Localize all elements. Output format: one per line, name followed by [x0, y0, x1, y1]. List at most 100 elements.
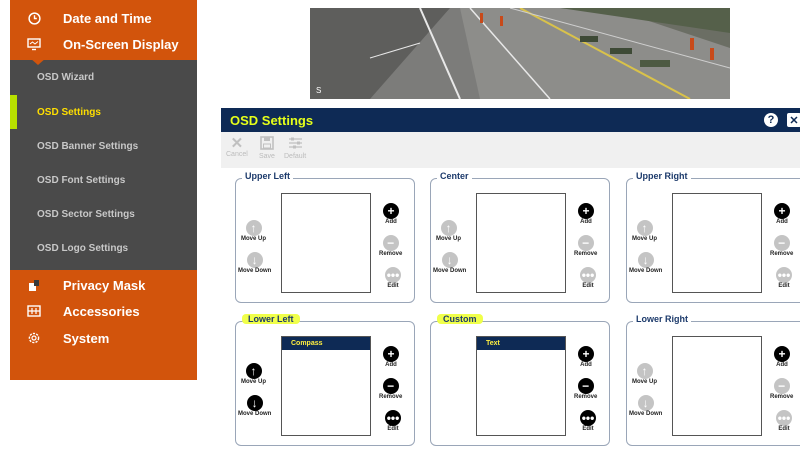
default-label: Default	[284, 153, 307, 160]
arrow-up-icon: ↑	[636, 363, 653, 379]
help-icon[interactable]: ?	[764, 113, 778, 127]
cancel-button[interactable]: ✕ Cancel	[226, 136, 248, 158]
osd-item-list[interactable]	[476, 193, 566, 293]
camera-video-feed[interactable]: S	[310, 8, 730, 99]
sidebar-subitem-osd-banner-settings[interactable]: OSD Banner Settings	[10, 129, 197, 163]
default-button[interactable]: Default	[284, 136, 306, 160]
sidebar-item-label: System	[63, 330, 110, 346]
edit-button-label: Edit	[582, 426, 594, 432]
move-down-button-label: Move Down	[433, 268, 467, 274]
sidebar-item-accessories[interactable]: Accessories	[10, 298, 197, 324]
osd-item-list[interactable]	[281, 193, 371, 293]
move-down-button[interactable]: ↓ Move Down	[629, 395, 662, 417]
move-down-button[interactable]: ↓ Move Down	[629, 252, 662, 274]
sidebar-subitem-label: OSD Font Settings	[37, 174, 126, 186]
edit-button[interactable]: ••• Edit	[385, 267, 401, 289]
move-up-button[interactable]: ↑ Move Up	[241, 220, 266, 242]
privacy-mask-icon	[26, 277, 42, 293]
plus-icon: +	[774, 346, 790, 362]
osd-item-list[interactable]: Compass	[281, 336, 371, 436]
move-down-button[interactable]: ↓ Move Down	[433, 252, 466, 274]
arrow-up-icon: ↑	[245, 363, 262, 379]
edit-button-label: Edit	[387, 426, 399, 432]
sidebar-subitem-osd-logo-settings[interactable]: OSD Logo Settings	[10, 231, 197, 265]
remove-button-label: Remove	[574, 251, 598, 257]
group-center: Center ↑ Move Up ↓ Move Down + Add − Remove ••• Ed…	[430, 171, 610, 303]
save-label: Save	[259, 153, 275, 160]
edit-button[interactable]: ••• Edit	[385, 410, 401, 432]
move-up-button[interactable]: ↑ Move Up	[632, 363, 657, 385]
add-button-label: Add	[580, 219, 592, 225]
arrow-up-icon: ↑	[636, 220, 653, 236]
minus-icon: −	[773, 235, 790, 251]
add-button-label: Add	[776, 362, 788, 368]
add-button[interactable]: + Add	[774, 346, 790, 368]
sidebar-item-system[interactable]: System	[10, 325, 197, 351]
sidebar-subitem-label: OSD Banner Settings	[37, 140, 139, 152]
list-item[interactable]: Text	[477, 337, 565, 350]
sidebar-subitem-osd-wizard[interactable]: OSD Wizard	[10, 60, 197, 94]
add-button[interactable]: + Add	[383, 203, 399, 225]
sidebar-subitem-label: OSD Settings	[37, 106, 101, 118]
plus-icon: +	[774, 203, 790, 219]
add-button-label: Add	[385, 362, 397, 368]
camera-overlay-label: S	[316, 86, 322, 95]
move-down-button[interactable]: ↓ Move Down	[238, 395, 271, 417]
add-button[interactable]: + Add	[774, 203, 790, 225]
sidebar-item-date-time[interactable]: Date and Time	[10, 5, 197, 31]
arrow-down-icon: ↓	[246, 395, 263, 411]
remove-button[interactable]: − Remove	[770, 235, 793, 257]
floppy-disk-icon	[260, 136, 274, 153]
sidebar-item-on-screen-display[interactable]: On-Screen Display	[10, 31, 197, 57]
list-item[interactable]: Compass	[282, 337, 370, 350]
arrow-up-icon: ↑	[440, 220, 457, 236]
group-lower-left: Lower Left Compass ↑ Move Up ↓ Move Down + Add −…	[235, 314, 415, 446]
move-up-button-label: Move Up	[241, 236, 267, 242]
move-down-button-label: Move Down	[238, 411, 272, 417]
add-button[interactable]: + Add	[578, 346, 594, 368]
move-up-button[interactable]: ↑ Move Up	[436, 220, 461, 242]
group-title: Upper Right	[633, 171, 691, 181]
edit-button[interactable]: ••• Edit	[776, 267, 792, 289]
ellipsis-icon: •••	[385, 410, 401, 426]
remove-button[interactable]: − Remove	[574, 378, 597, 400]
add-button[interactable]: + Add	[383, 346, 399, 368]
arrow-up-icon: ↑	[245, 220, 262, 236]
osd-item-list[interactable]	[672, 193, 762, 293]
panel-titlebar: OSD Settings ? ✕	[221, 108, 800, 132]
remove-button[interactable]: − Remove	[770, 378, 793, 400]
remove-button[interactable]: − Remove	[379, 378, 402, 400]
remove-button[interactable]: − Remove	[574, 235, 597, 257]
ellipsis-icon: •••	[776, 410, 792, 426]
sidebar-subitem-osd-font-settings[interactable]: OSD Font Settings	[10, 163, 197, 197]
remove-button[interactable]: − Remove	[379, 235, 402, 257]
close-icon[interactable]: ✕	[787, 113, 800, 127]
osd-item-list[interactable]	[672, 336, 762, 436]
arrow-down-icon: ↓	[441, 252, 458, 268]
move-up-button[interactable]: ↑ Move Up	[241, 363, 266, 385]
edit-button[interactable]: ••• Edit	[580, 410, 596, 432]
osd-item-list[interactable]: Text	[476, 336, 566, 436]
group-lower-right: Lower Right ↑ Move Up ↓ Move Down + Add − Remove…	[626, 314, 800, 446]
sidebar-item-privacy-mask[interactable]: Privacy Mask	[10, 272, 197, 298]
move-down-button-label: Move Down	[238, 268, 272, 274]
edit-button-label: Edit	[778, 426, 790, 432]
plus-icon: +	[383, 346, 399, 362]
monitor-icon	[26, 36, 42, 52]
sidebar-subitem-osd-sector-settings[interactable]: OSD Sector Settings	[10, 197, 197, 231]
sidebar-item-label: On-Screen Display	[63, 36, 179, 52]
add-button[interactable]: + Add	[578, 203, 594, 225]
edit-button[interactable]: ••• Edit	[776, 410, 792, 432]
remove-button-label: Remove	[379, 251, 403, 257]
plus-icon: +	[578, 346, 594, 362]
gear-icon	[26, 330, 42, 346]
save-button[interactable]: Save	[259, 136, 275, 160]
accessories-icon	[26, 303, 42, 319]
sidebar-subitem-label: OSD Wizard	[37, 71, 95, 83]
minus-icon: −	[577, 235, 594, 251]
move-down-button[interactable]: ↓ Move Down	[238, 252, 271, 274]
edit-button[interactable]: ••• Edit	[580, 267, 596, 289]
move-up-button[interactable]: ↑ Move Up	[632, 220, 657, 242]
arrow-down-icon: ↓	[246, 252, 263, 268]
sidebar-subitem-osd-settings[interactable]: OSD Settings	[10, 95, 197, 129]
